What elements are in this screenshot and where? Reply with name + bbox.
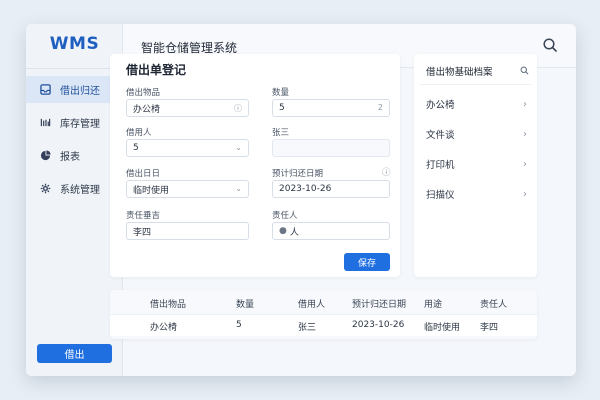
logo-divider xyxy=(26,68,123,69)
chevron-right-icon: › xyxy=(523,158,527,170)
item-field[interactable]: 办公椅 ⓘ xyxy=(126,99,249,117)
item-label: 借出物品 xyxy=(126,88,161,98)
archive-item[interactable]: 打印机 › xyxy=(414,149,537,179)
borrower-label: 借用人 xyxy=(126,128,152,138)
save-button[interactable]: 保存 xyxy=(344,253,390,271)
table-header: 预计归还日期 xyxy=(352,300,407,310)
table-header: 借出物品 xyxy=(150,300,187,310)
table-cell: 李四 xyxy=(480,323,499,333)
archive-item-label: 打印机 xyxy=(426,160,455,171)
borrower-name-field[interactable] xyxy=(272,139,390,157)
sidebar-item-label: 系统管理 xyxy=(60,185,100,196)
qty-label: 数量 xyxy=(272,88,290,98)
archive-item[interactable]: 扫描仪 › xyxy=(414,179,537,209)
archive-card: 借出物基础档案 办公椅 › 文件谈 › 打印机 › 扫描仪 › xyxy=(414,54,537,277)
responsible-person-field[interactable]: ● 人 xyxy=(272,222,390,240)
table-cell: 5 xyxy=(236,320,242,330)
table-cell: 临时使用 xyxy=(424,323,461,333)
sidebar-item-system[interactable]: 系统管理 xyxy=(26,175,123,202)
logo: WMS xyxy=(49,34,100,54)
archive-item-label: 办公椅 xyxy=(426,100,455,111)
table-header: 用途 xyxy=(424,300,443,310)
info-icon: ⓘ xyxy=(382,168,391,178)
gear-icon xyxy=(38,182,52,196)
table-cell: 办公椅 xyxy=(150,323,178,333)
table-cell: 2023-10-26 xyxy=(352,320,405,330)
responsible-field[interactable]: 李四 xyxy=(126,222,249,240)
sidebar: WMS 借出归还 库存管理 报表 系统管理 借出 xyxy=(26,24,123,376)
table-cell: 张三 xyxy=(298,323,317,333)
sidebar-item-inventory[interactable]: 库存管理 xyxy=(26,109,123,136)
sidebar-item-label: 报表 xyxy=(60,152,80,163)
archive-divider xyxy=(420,84,531,85)
borrower-value: 5 xyxy=(133,143,139,153)
qty-value: 5 xyxy=(279,103,285,113)
table-header: 责任人 xyxy=(480,300,508,310)
usage-value: 临时使用 xyxy=(133,185,170,196)
table-header: 借用人 xyxy=(298,300,326,310)
return-date-label: 预计归还日期 xyxy=(272,169,324,179)
responsible-value: 李四 xyxy=(133,227,152,238)
archive-title: 借出物基础档案 xyxy=(426,67,493,78)
borrower-name-label: 张三 xyxy=(272,128,290,138)
table-row[interactable]: 办公椅 5 张三 2023-10-26 临时使用 李四 xyxy=(110,314,537,336)
chevron-down-icon: ⌄ xyxy=(235,143,242,152)
archive-item[interactable]: 文件谈 › xyxy=(414,119,537,149)
qty-suffix: 2 xyxy=(377,103,383,112)
sidebar-item-label: 库存管理 xyxy=(60,119,100,130)
inbox-icon xyxy=(38,83,52,97)
table-header-row: 借出物品 数量 借用人 预计归还日期 用途 责任人 xyxy=(110,292,537,314)
pie-chart-icon xyxy=(38,149,52,163)
usage-select[interactable]: 临时使用 ⌄ xyxy=(126,180,249,198)
archive-item-label: 文件谈 xyxy=(426,130,455,141)
info-icon: ⓘ xyxy=(234,104,242,113)
sidebar-item-label: 借出归还 xyxy=(60,86,100,97)
archive-list: 办公椅 › 文件谈 › 打印机 › 扫描仪 › xyxy=(414,89,537,209)
sidebar-item-borrow-return[interactable]: 借出归还 xyxy=(26,76,123,103)
qty-field[interactable]: 5 2 xyxy=(272,99,390,117)
user-icon: ● xyxy=(279,226,287,236)
archive-item-label: 扫描仪 xyxy=(426,190,455,201)
chevron-right-icon: › xyxy=(523,128,527,140)
borrow-form-card: 借出单登记 借出物品 办公椅 ⓘ 数量 5 2 借用人 5 ⌄ 张三 借出日日 … xyxy=(110,54,400,277)
responsible-person-label: 责任人 xyxy=(272,211,298,221)
archive-item[interactable]: 办公椅 › xyxy=(414,89,537,119)
sidebar-item-reports[interactable]: 报表 xyxy=(26,142,123,169)
form-title: 借出单登记 xyxy=(126,63,187,77)
item-value: 办公椅 xyxy=(133,104,161,115)
return-date-field[interactable]: 2023-10-26 xyxy=(272,180,390,198)
table-header: 数量 xyxy=(236,300,255,310)
sidebar-nav: 借出归还 库存管理 报表 系统管理 xyxy=(26,76,123,208)
search-icon[interactable] xyxy=(520,66,529,75)
inventory-icon xyxy=(38,116,52,130)
responsible-label: 责任垂吉 xyxy=(126,211,161,221)
borrow-table: 借出物品 数量 借用人 预计归还日期 用途 责任人 办公椅 5 张三 2023-… xyxy=(110,290,537,339)
chevron-down-icon: ⌄ xyxy=(235,184,242,193)
chevron-right-icon: › xyxy=(523,98,527,110)
date-label: 借出日日 xyxy=(126,169,161,179)
chevron-right-icon: › xyxy=(523,188,527,200)
responsible-person-value: 人 xyxy=(289,227,299,238)
return-date-value: 2023-10-26 xyxy=(279,184,332,194)
borrow-button[interactable]: 借出 xyxy=(37,344,112,363)
search-icon[interactable] xyxy=(542,37,558,53)
borrower-select[interactable]: 5 ⌄ xyxy=(126,139,249,157)
